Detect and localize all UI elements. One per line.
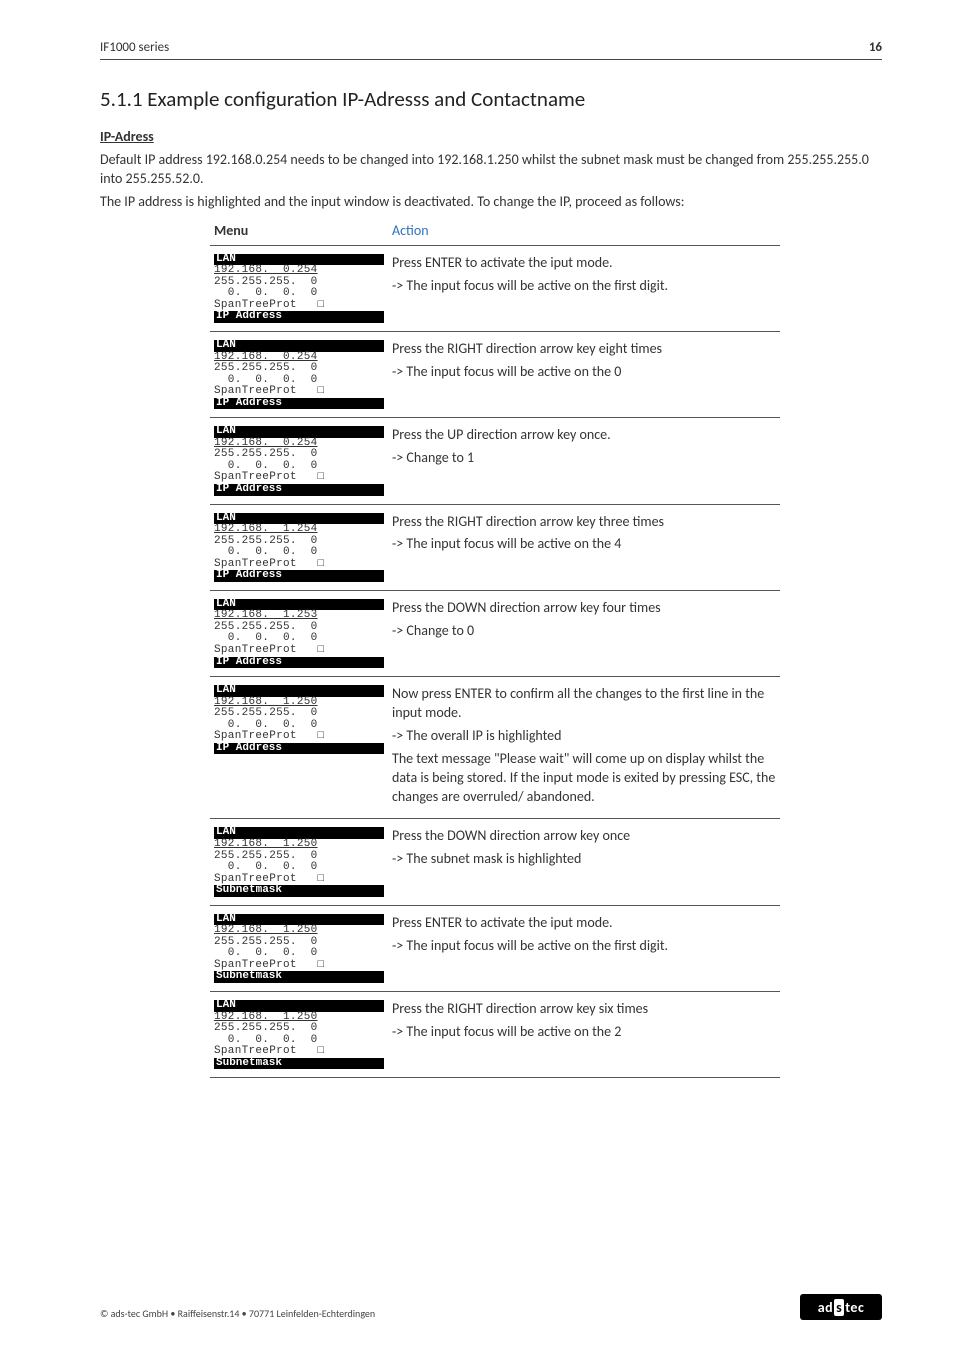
action-text: Press the RIGHT direction arrow key eigh… [392, 340, 776, 359]
action-cell: Press the RIGHT direction arrow key thre… [388, 504, 780, 590]
menu-cell: LAN192.168. 0.254255.255.255. 0 0. 0. 0.… [210, 245, 388, 331]
lcd-line: 255.255.255. 0 [214, 1023, 384, 1035]
header-series: IF1000 series [100, 40, 169, 55]
page-number: 16 [869, 40, 882, 55]
header-rule [100, 59, 882, 60]
action-text: The text message "Please wait" will come… [392, 750, 776, 807]
menu-cell: LAN192.168. 1.254255.255.255. 0 0. 0. 0.… [210, 504, 388, 590]
action-cell: Press the UP direction arrow key once. ->… [388, 418, 780, 504]
table-row: LAN192.168. 1.254255.255.255. 0 0. 0. 0.… [210, 504, 780, 590]
lcd-top-bar: LAN [214, 1000, 384, 1012]
lcd-top-bar: LAN [214, 685, 384, 697]
lcd-line: 0. 0. 0. 0 [214, 862, 384, 874]
action-text: -> The subnet mask is highlighted [392, 850, 776, 869]
lcd-line: 255.255.255. 0 [214, 363, 384, 375]
section-title: 5.1.1 Example configuration IP-Adresss a… [100, 86, 882, 112]
menu-cell: LAN192.168. 1.250255.255.255. 0 0. 0. 0.… [210, 819, 388, 905]
action-text: Press the DOWN direction arrow key once [392, 827, 776, 846]
action-cell: Now press ENTER to confirm all the chang… [388, 677, 780, 819]
action-text: Press the RIGHT direction arrow key thre… [392, 513, 776, 532]
menu-cell: LAN192.168. 1.253255.255.255. 0 0. 0. 0.… [210, 590, 388, 676]
action-cell: Press ENTER to activate the iput mode. ->… [388, 245, 780, 331]
menu-cell: LAN192.168. 1.250255.255.255. 0 0. 0. 0.… [210, 991, 388, 1077]
action-cell: Press the DOWN direction arrow key four … [388, 590, 780, 676]
lcd-line: 255.255.255. 0 [214, 708, 384, 720]
lcd-line: 192.168. 1.250 [214, 839, 384, 851]
action-text: -> The input focus will be active on the… [392, 937, 776, 956]
lcd-line: SpanTreeProt □ [214, 645, 384, 657]
col-header-action: Action [388, 216, 780, 246]
lcd-bottom-bar: IP Address [214, 484, 384, 496]
intro-paragraph-1: Default IP address 192.168.0.254 needs t… [100, 151, 882, 189]
action-cell: Press ENTER to activate the iput mode. ->… [388, 905, 780, 991]
action-text: Press ENTER to activate the iput mode. [392, 914, 776, 933]
lcd-top-bar: LAN [214, 340, 384, 352]
action-text: Press ENTER to activate the iput mode. [392, 254, 776, 273]
logo-part-s: s [834, 1299, 844, 1316]
action-text: Press the RIGHT direction arrow key six … [392, 1000, 776, 1019]
menu-cell: LAN192.168. 1.250255.255.255. 0 0. 0. 0.… [210, 905, 388, 991]
table-row: LAN192.168. 1.250255.255.255. 0 0. 0. 0.… [210, 819, 780, 905]
logo-part-tec: tec [845, 1299, 864, 1316]
lcd-display: LAN192.168. 0.254255.255.255. 0 0. 0. 0.… [214, 426, 384, 495]
footer-copyright: © ads-tec GmbH • Raiffeisenstr.14 • 7077… [100, 1307, 375, 1320]
action-text: Press the UP direction arrow key once. [392, 426, 776, 445]
lcd-display: LAN192.168. 1.254255.255.255. 0 0. 0. 0.… [214, 513, 384, 582]
table-row: LAN192.168. 1.250255.255.255. 0 0. 0. 0.… [210, 905, 780, 991]
table-row: LAN192.168. 0.254255.255.255. 0 0. 0. 0.… [210, 245, 780, 331]
menu-cell: LAN192.168. 0.254255.255.255. 0 0. 0. 0.… [210, 331, 388, 417]
config-steps-table: Menu Action LAN192.168. 0.254255.255.255… [210, 216, 780, 1079]
action-text: -> Change to 0 [392, 622, 776, 641]
lcd-display: LAN192.168. 1.250255.255.255. 0 0. 0. 0.… [214, 685, 384, 754]
action-cell: Press the RIGHT direction arrow key eigh… [388, 331, 780, 417]
lcd-display: LAN192.168. 1.250255.255.255. 0 0. 0. 0.… [214, 1000, 384, 1069]
action-cell: Press the RIGHT direction arrow key six … [388, 991, 780, 1077]
subheading-ip-adress: IP-Adress [100, 128, 882, 145]
action-text: Press the DOWN direction arrow key four … [392, 599, 776, 618]
lcd-bottom-bar: IP Address [214, 743, 384, 755]
table-row: LAN192.168. 0.254255.255.255. 0 0. 0. 0.… [210, 331, 780, 417]
action-text: -> The input focus will be active on the… [392, 363, 776, 382]
lcd-bottom-bar: IP Address [214, 657, 384, 669]
menu-cell: LAN192.168. 0.254255.255.255. 0 0. 0. 0.… [210, 418, 388, 504]
lcd-line: SpanTreeProt □ [214, 1046, 384, 1058]
action-text: Now press ENTER to confirm all the chang… [392, 685, 776, 723]
table-row: LAN192.168. 1.250255.255.255. 0 0. 0. 0.… [210, 991, 780, 1077]
action-text: -> The input focus will be active on the… [392, 277, 776, 296]
table-row: LAN192.168. 1.253255.255.255. 0 0. 0. 0.… [210, 590, 780, 676]
lcd-display: LAN192.168. 1.253255.255.255. 0 0. 0. 0.… [214, 599, 384, 668]
intro-paragraph-2: The IP address is highlighted and the in… [100, 193, 882, 212]
action-text: -> The input focus will be active on the… [392, 1023, 776, 1042]
lcd-bottom-bar: Subnetmask [214, 885, 384, 897]
action-text: -> The input focus will be active on the… [392, 535, 776, 554]
brand-logo: adstec [800, 1294, 882, 1320]
lcd-display: LAN192.168. 1.250255.255.255. 0 0. 0. 0.… [214, 827, 384, 896]
lcd-bottom-bar: IP Address [214, 570, 384, 582]
lcd-display: LAN192.168. 0.254255.255.255. 0 0. 0. 0.… [214, 340, 384, 409]
lcd-line: 0. 0. 0. 0 [214, 547, 384, 559]
action-cell: Press the DOWN direction arrow key once -… [388, 819, 780, 905]
lcd-bottom-bar: Subnetmask [214, 1058, 384, 1070]
action-text: -> The overall IP is highlighted [392, 727, 776, 746]
action-text: -> Change to 1 [392, 449, 776, 468]
table-row: LAN192.168. 0.254255.255.255. 0 0. 0. 0.… [210, 418, 780, 504]
logo-part-ad: ad [818, 1299, 833, 1316]
lcd-display: LAN192.168. 1.250255.255.255. 0 0. 0. 0.… [214, 914, 384, 983]
lcd-display: LAN192.168. 0.254255.255.255. 0 0. 0. 0.… [214, 254, 384, 323]
lcd-bottom-bar: IP Address [214, 398, 384, 410]
lcd-line: 192.168. 1.254 [214, 524, 384, 536]
lcd-line: SpanTreeProt □ [214, 386, 384, 398]
lcd-bottom-bar: IP Address [214, 311, 384, 323]
menu-cell: LAN192.168. 1.250255.255.255. 0 0. 0. 0.… [210, 677, 388, 819]
table-row: LAN192.168. 1.250255.255.255. 0 0. 0. 0.… [210, 677, 780, 819]
col-header-menu: Menu [210, 216, 388, 246]
lcd-bottom-bar: Subnetmask [214, 971, 384, 983]
